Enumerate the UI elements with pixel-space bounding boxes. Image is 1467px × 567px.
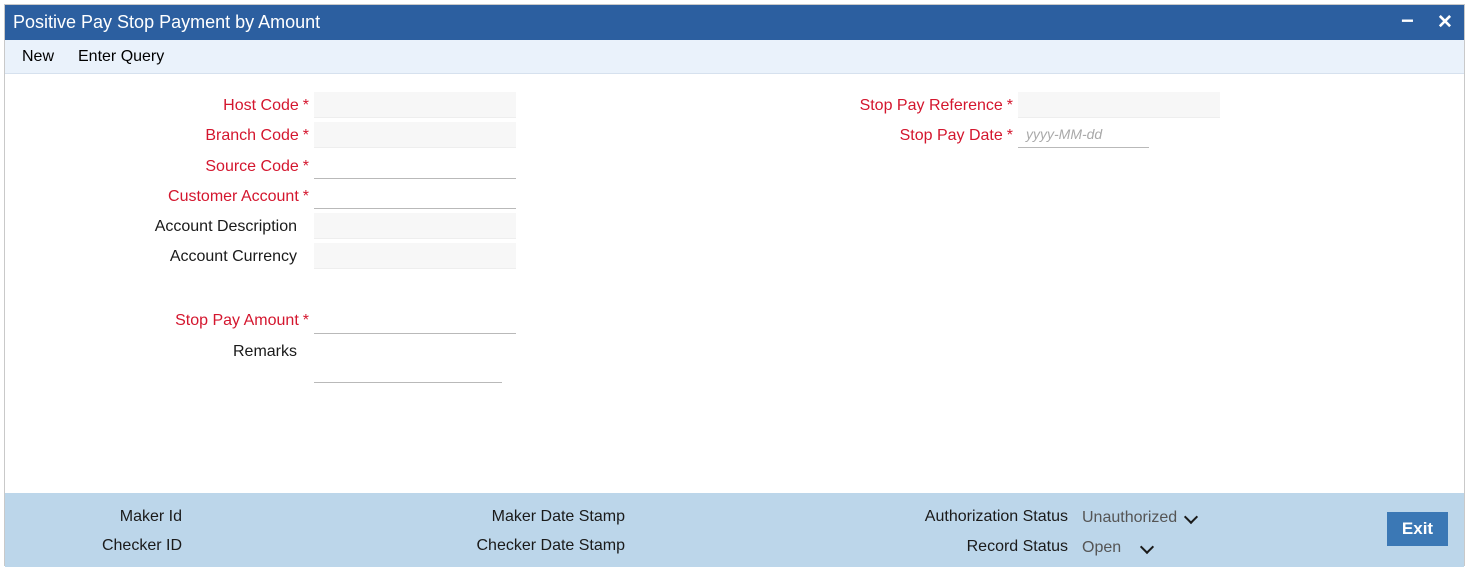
record-status-label: Record Status	[966, 538, 1068, 555]
required-marker: *	[1006, 127, 1013, 144]
chevron-down-icon[interactable]	[1139, 539, 1155, 555]
stop-pay-amount-label: Stop Pay Amount *	[175, 312, 309, 329]
branch-code-label: Branch Code *	[205, 127, 309, 144]
close-icon[interactable]: ✕	[1437, 11, 1453, 34]
maker-id-label: Maker Id	[119, 508, 182, 525]
window-title: Positive Pay Stop Payment by Amount	[13, 12, 321, 32]
stop-pay-reference-field[interactable]	[1018, 92, 1220, 118]
required-marker: *	[302, 127, 309, 144]
authorization-status-select[interactable]: Unauthorized	[1082, 509, 1177, 527]
title-bar: Positive Pay Stop Payment by Amount − ✕	[5, 5, 1464, 40]
account-currency-field	[314, 243, 516, 269]
stop-pay-date-input[interactable]: yyyy-MM-dd	[1018, 122, 1149, 148]
account-currency-label: Account Currency	[169, 248, 297, 265]
checker-id-label: Checker ID	[101, 537, 182, 554]
host-code-label: Host Code *	[223, 97, 309, 114]
required-marker: *	[302, 312, 309, 329]
new-button[interactable]: New	[22, 48, 54, 66]
host-code-field[interactable]	[314, 92, 516, 118]
positive-pay-window: Positive Pay Stop Payment by Amount − ✕ …	[4, 4, 1465, 567]
checker-date-stamp-label: Checker Date Stamp	[476, 537, 625, 554]
source-code-label: Source Code *	[205, 158, 309, 175]
account-description-field	[314, 213, 516, 239]
account-description-label: Account Description	[154, 218, 297, 235]
required-marker: *	[1006, 97, 1013, 114]
remarks-textarea[interactable]	[314, 338, 502, 383]
record-status-select[interactable]: Open	[1082, 539, 1121, 557]
stop-pay-amount-input[interactable]	[314, 308, 516, 334]
date-placeholder: yyyy-MM-dd	[1026, 126, 1103, 142]
enter-query-button[interactable]: Enter Query	[78, 48, 164, 66]
branch-code-field[interactable]	[314, 122, 516, 148]
required-marker: *	[302, 188, 309, 205]
chevron-down-icon[interactable]	[1183, 509, 1199, 525]
toolbar: New Enter Query	[5, 40, 1464, 74]
stop-pay-date-label: Stop Pay Date *	[899, 127, 1013, 144]
authorization-status-label: Authorization Status	[924, 508, 1068, 525]
minimize-icon[interactable]: −	[1401, 8, 1414, 34]
required-marker: *	[302, 158, 309, 175]
customer-account-input[interactable]	[314, 183, 516, 209]
required-marker: *	[302, 97, 309, 114]
audit-footer: Maker Id Checker ID Maker Date Stamp Che…	[5, 493, 1464, 567]
remarks-label: Remarks	[232, 343, 297, 360]
maker-date-stamp-label: Maker Date Stamp	[491, 508, 625, 525]
stop-pay-reference-label: Stop Pay Reference *	[859, 97, 1013, 114]
exit-button[interactable]: Exit	[1387, 512, 1448, 546]
customer-account-label: Customer Account *	[168, 188, 309, 205]
source-code-input[interactable]	[314, 153, 516, 179]
